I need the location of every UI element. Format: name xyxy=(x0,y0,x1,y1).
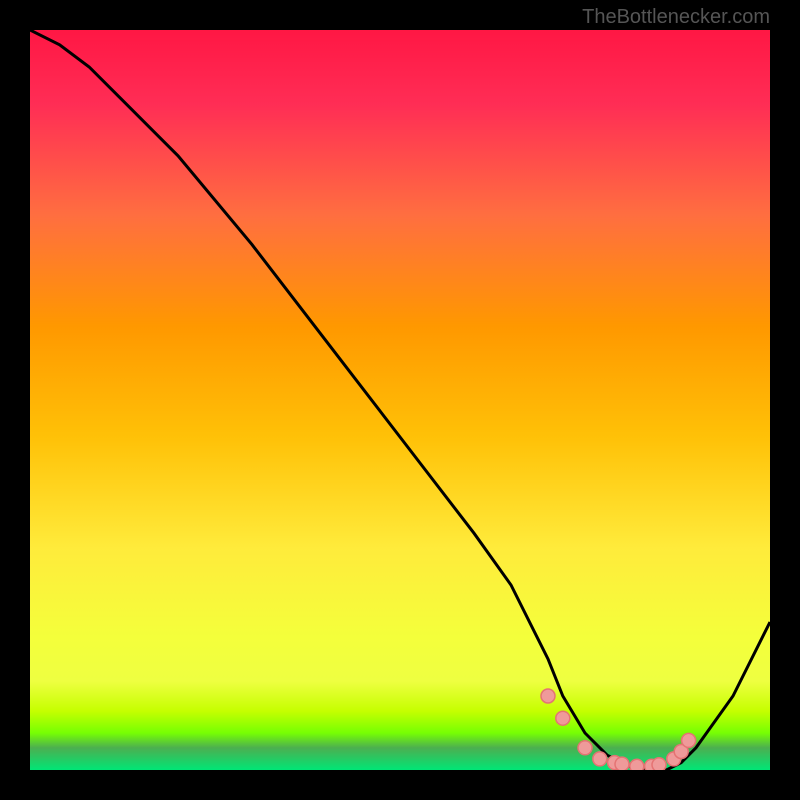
data-point xyxy=(682,733,696,747)
gradient-background xyxy=(30,30,770,770)
attribution-text: TheBottlenecker.com xyxy=(582,6,770,29)
data-point xyxy=(593,752,607,766)
data-point xyxy=(541,689,555,703)
data-point xyxy=(556,711,570,725)
chart-svg xyxy=(30,30,770,770)
plot-area xyxy=(30,30,770,770)
chart-root: TheBottlenecker.com xyxy=(0,0,800,800)
data-point xyxy=(615,757,629,770)
data-point xyxy=(652,758,666,770)
data-point xyxy=(630,759,644,770)
data-point xyxy=(578,741,592,755)
